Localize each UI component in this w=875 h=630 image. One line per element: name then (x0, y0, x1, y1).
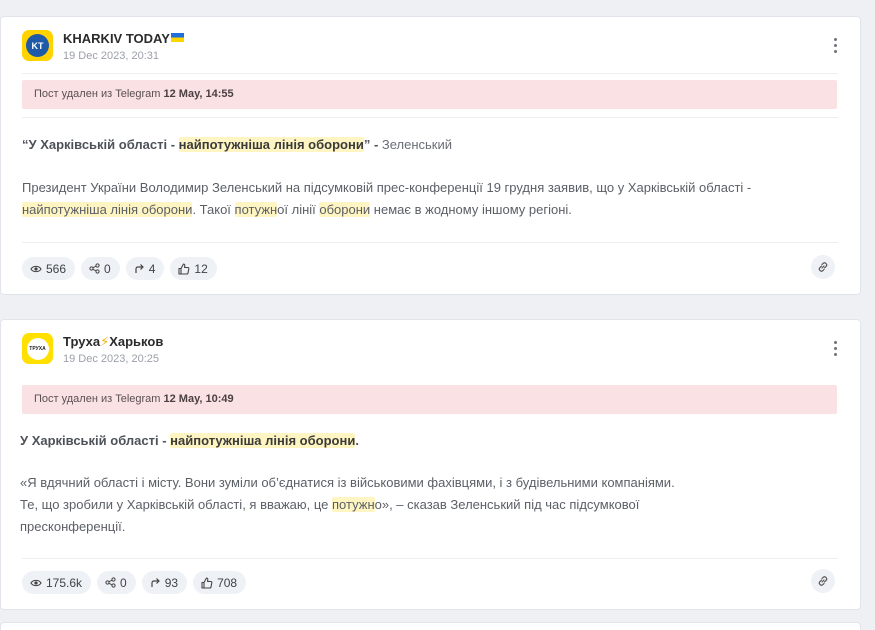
share-icon (105, 577, 116, 588)
forwards-counter[interactable]: 4 (125, 257, 165, 280)
body-line: пресконференції. (20, 519, 126, 534)
more-menu-icon[interactable] (832, 341, 838, 356)
title-text: У Харківській області - (20, 433, 171, 448)
likes-counter[interactable]: 12 (170, 257, 217, 280)
channel-avatar[interactable]: KT (22, 30, 53, 61)
forwards-counter[interactable]: 93 (141, 571, 188, 594)
copy-link-button[interactable] (811, 255, 835, 279)
next-post-card (0, 622, 861, 630)
body-text: . Такої (192, 202, 235, 217)
deleted-notice: Пост удален из Telegram 12 May, 14:55 (22, 80, 837, 109)
views-count: 566 (46, 261, 67, 276)
views-count: 175.6k (46, 575, 83, 590)
deleted-time: 12 May, 10:49 (163, 393, 234, 405)
channel-name-text: Труха (63, 334, 101, 349)
shares-counter[interactable]: 0 (81, 257, 120, 280)
channel-name-suffix: Харьков (109, 334, 164, 349)
thumbs-up-icon (178, 262, 190, 275)
title-text: “У Харківській області - (22, 137, 179, 152)
post-card: KT KHARKIV TODAY 19 Dec 2023, 20:31 Пост… (0, 16, 861, 295)
post-body: «Я вдячний області і місту. Вони зуміли … (20, 472, 820, 538)
share-icon (89, 263, 100, 274)
shares-count: 0 (104, 261, 111, 276)
post-card: ТРУХА Труха⚡Харьков 19 Dec 2023, 20:25 П… (0, 319, 861, 610)
highlight: найпотужніша лінія оборони (178, 137, 364, 152)
highlight: найпотужніша лінія оборони (22, 202, 193, 217)
divider (22, 558, 838, 559)
avatar-logo-text: ТРУХА (26, 337, 49, 360)
channel-name-text: KHARKIV TODAY (63, 31, 170, 46)
eye-icon (30, 579, 42, 586)
title-author: Зеленський (381, 137, 453, 152)
likes-counter[interactable]: 708 (193, 571, 247, 594)
deleted-notice: Пост удален из Telegram 12 May, 10:49 (22, 385, 837, 414)
body-text: ої лінії (277, 202, 320, 217)
avatar-logo-text: KT (26, 34, 49, 57)
likes-count: 708 (217, 575, 238, 590)
deleted-notice-text: Пост удален из Telegram (34, 88, 161, 100)
body-text: немає в жодному іншому регіоні. (370, 202, 572, 217)
post-meta: Труха⚡Харьков 19 Dec 2023, 20:25 (63, 333, 163, 366)
channel-avatar[interactable]: ТРУХА (22, 333, 53, 364)
post-meta: KHARKIV TODAY 19 Dec 2023, 20:31 (63, 30, 184, 63)
more-menu-icon[interactable] (832, 38, 838, 53)
post-title: У Харківській області - найпотужніша лін… (20, 430, 820, 452)
post-stats: 175.6k 0 93 708 (22, 571, 247, 594)
highlight: потужн (234, 202, 278, 217)
views-counter[interactable]: 566 (22, 257, 76, 280)
highlight: потужн (332, 497, 375, 512)
deleted-notice-text: Пост удален из Telegram (34, 393, 161, 405)
forwards-count: 4 (148, 261, 156, 276)
forwards-count: 93 (164, 575, 179, 590)
divider (22, 117, 838, 118)
divider (22, 242, 838, 243)
deleted-time: 12 May, 14:55 (163, 88, 234, 100)
likes-count: 12 (194, 261, 208, 276)
post-body: Президент України Володимир Зеленський н… (22, 177, 812, 221)
body-text: о», – сказав Зеленський під час підсумко… (374, 497, 640, 512)
post-title: “У Харківській області - найпотужніша лі… (22, 134, 822, 156)
post-header: ТРУХА Труха⚡Харьков 19 Dec 2023, 20:25 (22, 333, 163, 366)
divider (22, 73, 838, 74)
post-date: 19 Dec 2023, 20:25 (63, 353, 160, 365)
copy-link-button[interactable] (811, 569, 835, 593)
link-icon (818, 262, 828, 272)
views-counter[interactable]: 175.6k (22, 571, 92, 594)
body-text: Президент України Володимир Зеленський н… (22, 180, 752, 195)
body-line: Те, що зробили у Харківській області, я … (20, 494, 820, 516)
forward-arrow-icon (151, 578, 160, 587)
shares-counter[interactable]: 0 (97, 571, 136, 594)
body-line: «Я вдячний області і місту. Вони зуміли … (20, 475, 675, 490)
link-icon (818, 576, 828, 586)
lightning-icon: ⚡ (100, 334, 110, 349)
channel-name[interactable]: KHARKIV TODAY (63, 31, 184, 47)
post-date: 19 Dec 2023, 20:31 (63, 50, 160, 62)
highlight: оборони (319, 202, 371, 217)
post-header: KT KHARKIV TODAY 19 Dec 2023, 20:31 (22, 30, 184, 63)
body-text: Те, що зробили у Харківській області, я … (20, 497, 333, 512)
forward-arrow-icon (135, 264, 144, 273)
title-text: ” - (363, 137, 382, 152)
ukraine-flag-icon (170, 33, 184, 42)
shares-count: 0 (120, 575, 127, 590)
title-text: . (355, 433, 359, 448)
thumbs-up-icon (201, 576, 213, 589)
post-stats: 566 0 4 12 (22, 257, 217, 280)
highlight: найпотужніша лінія оборони (170, 433, 356, 448)
eye-icon (30, 265, 42, 272)
channel-name[interactable]: Труха⚡Харьков (63, 334, 163, 350)
